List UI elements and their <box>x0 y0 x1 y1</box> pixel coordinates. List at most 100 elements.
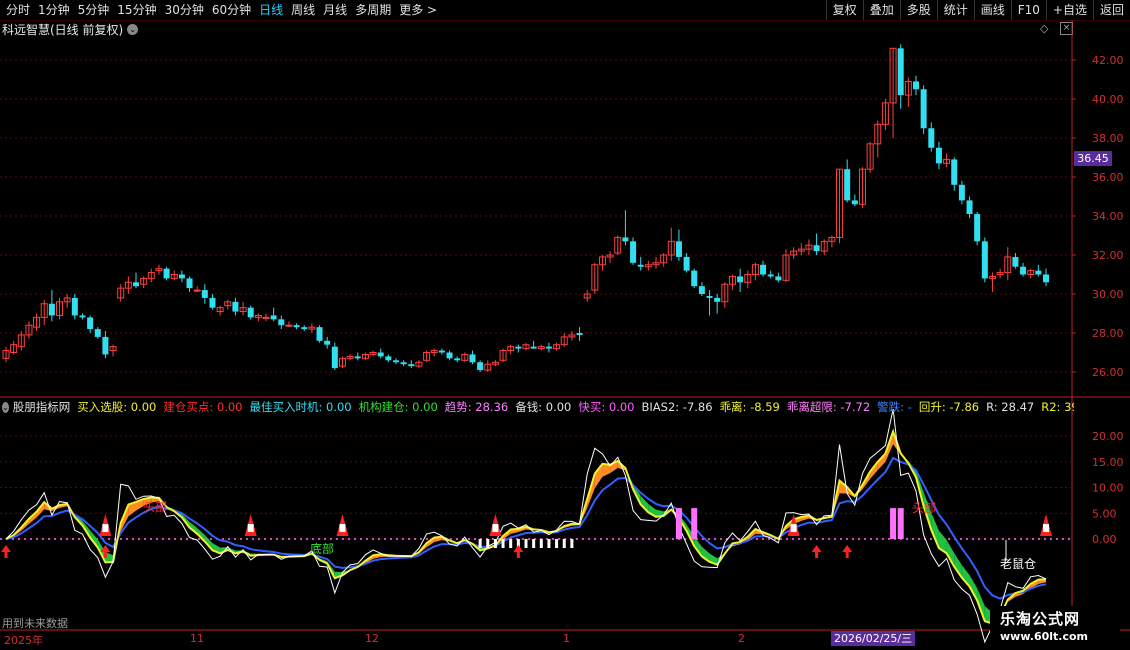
white-bar <box>486 539 490 548</box>
white-bar <box>539 539 543 548</box>
legend-item-2: 建仓买点: 0.00 <box>163 400 243 414</box>
candle-body <box>316 327 323 341</box>
candle-body <box>278 319 285 326</box>
up-arrow-icon <box>842 545 853 558</box>
candle-body <box>354 356 361 359</box>
white-bar <box>493 539 497 548</box>
price-axis-label: 36.00 <box>1092 171 1124 184</box>
white-bar <box>501 539 505 548</box>
date-label-3: 1 <box>563 632 570 645</box>
white-bar <box>555 539 559 548</box>
candle-body <box>714 297 721 302</box>
price-axis-label: 30.00 <box>1092 288 1124 301</box>
indicator-axis-label: 20.00 <box>1092 430 1124 443</box>
candle-body <box>133 282 139 287</box>
legend-item-12: 回升: -7.86 <box>918 400 980 414</box>
candle-body <box>767 274 774 277</box>
candle-body <box>94 329 101 337</box>
candle-body <box>775 276 782 281</box>
white-bar <box>532 539 536 548</box>
candle-body <box>683 256 690 271</box>
price-axis-label: 40.00 <box>1092 93 1124 106</box>
candle-body <box>706 295 713 298</box>
candle-body <box>201 290 208 298</box>
candle-body <box>974 214 981 242</box>
signal-triangle-core <box>102 524 109 532</box>
legend-item-9: 乖离: -8.59 <box>719 400 780 414</box>
indicator-legend: ⌄ 股朋指标网 买入选股: 0.00 建仓买点: 0.00 最佳买入时机: 0.00 机… <box>2 399 1074 415</box>
candle-body <box>530 346 537 349</box>
candle-body <box>935 147 942 164</box>
candle-body <box>469 354 476 363</box>
candle-body <box>48 303 55 316</box>
candle-body <box>844 169 851 201</box>
price-axis-label: 28.00 <box>1092 327 1124 340</box>
white-bar <box>570 539 574 548</box>
candle-body <box>951 159 958 185</box>
ribbon-segment <box>954 553 962 578</box>
candle-body <box>477 362 484 371</box>
candle-body <box>576 333 583 335</box>
candle-body <box>851 200 858 205</box>
kline-chart[interactable]: 42.00 40.00 38.00 36.00 34.00 32.00 30.00 28.00… <box>0 0 1130 650</box>
legend-item-11: 警跌: - <box>877 400 912 414</box>
legend-item-3: 最佳买入时机: 0.00 <box>249 400 352 414</box>
label-top1: 头部 <box>143 499 167 514</box>
label-mouse: 老鼠仓 <box>1000 557 1036 571</box>
price-axis-label: 42.00 <box>1092 54 1124 67</box>
price-axis-label: 38.00 <box>1092 132 1124 145</box>
chevron-down-icon[interactable]: ⌄ <box>2 401 9 413</box>
candle-body <box>270 315 277 320</box>
white-bar <box>547 539 551 548</box>
legend-item-6: 备钱: 0.00 <box>515 400 572 414</box>
legend-item-7: 快买: 0.00 <box>578 400 635 414</box>
candle-body <box>760 264 767 275</box>
candle-body <box>698 286 705 294</box>
candle-body <box>285 324 293 327</box>
candle-body <box>102 336 109 355</box>
date-label-0: 2025年 <box>4 634 43 647</box>
candle-body <box>897 48 904 96</box>
date-label-2: 12 <box>365 632 379 645</box>
candle-body <box>981 241 988 279</box>
current-price-tag: 36.45 <box>1074 151 1112 166</box>
signal-triangle-core <box>790 524 797 532</box>
candle-body <box>408 364 415 367</box>
candle-body <box>400 362 407 365</box>
legend-item-1: 买入选股: 0.00 <box>77 400 157 414</box>
candle-body <box>966 200 973 215</box>
candle-body <box>377 352 384 357</box>
legend-item-4: 机构建仓: 0.00 <box>358 400 438 414</box>
white-bar <box>478 539 482 548</box>
signal-triangle-core <box>492 524 499 532</box>
candle-body <box>1035 270 1042 275</box>
candle-body <box>737 276 744 283</box>
candle-body <box>446 352 453 359</box>
signal-triangle-core <box>247 524 254 532</box>
date-cursor: 2026/02/25/三 <box>831 631 916 646</box>
candle-body <box>1012 256 1019 267</box>
candle-body <box>87 317 94 330</box>
candle-body <box>385 356 392 361</box>
footer-note: 用到未来数据 <box>2 617 68 630</box>
watermark-url: www.60lt.com <box>1000 630 1089 643</box>
candle-body <box>438 350 445 353</box>
pink-bar <box>890 508 897 539</box>
signal-triangle-core <box>1043 524 1049 532</box>
candle-body <box>515 346 522 349</box>
pink-bar <box>675 508 682 539</box>
candle-body <box>675 241 682 257</box>
pink-bar <box>897 508 904 539</box>
pink-bar <box>691 508 698 539</box>
candle-body <box>163 268 170 279</box>
candle-body <box>393 360 399 363</box>
indicator-axis-label: 0.00 <box>1092 533 1117 546</box>
up-arrow-icon <box>811 545 822 558</box>
candle-body <box>178 274 185 279</box>
white-bar <box>524 539 528 548</box>
candle-body <box>331 346 338 369</box>
label-top2: 头部 <box>912 500 936 515</box>
candle-body <box>630 241 637 263</box>
candle-body <box>301 327 308 330</box>
candle-body <box>186 278 193 289</box>
